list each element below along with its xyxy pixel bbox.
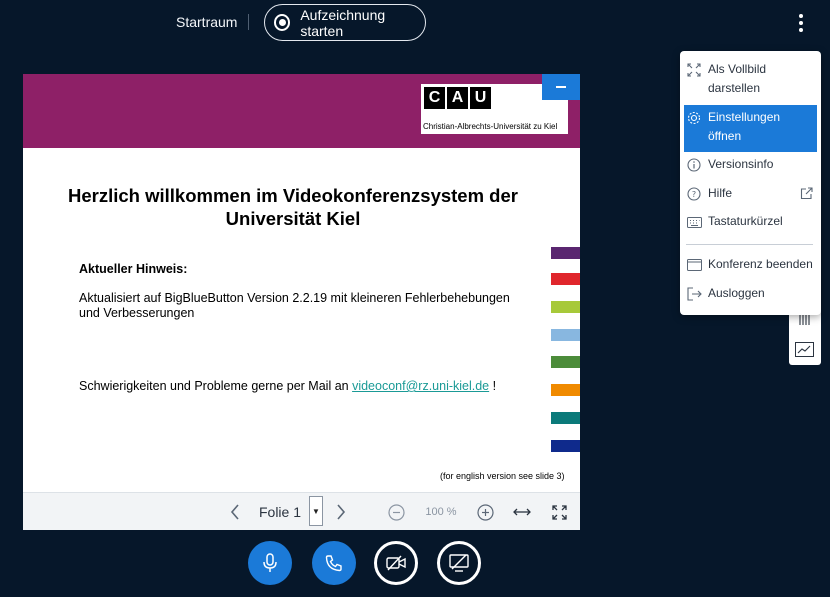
presentation-slide: C A U Christian-Albrechts-Universität zu… (23, 74, 580, 492)
fullscreen-icon (686, 62, 702, 78)
audio-leave-button[interactable] (312, 541, 356, 585)
contact-label: Schwierigkeiten und Probleme gerne per M… (79, 379, 349, 393)
menu-label-logout: Ausloggen (708, 286, 765, 300)
hint-heading: Aktueller Hinweis: (79, 262, 188, 276)
menu-item-end-conference[interactable]: Konferenz beenden (680, 255, 821, 275)
svg-text:?: ? (692, 190, 696, 199)
camera-off-icon (386, 555, 406, 571)
menu-item-shortcuts[interactable]: Tastaturkürzel (680, 212, 821, 232)
menu-label-version-info: Versionsinfo (708, 157, 774, 171)
chart-tool-button[interactable] (795, 342, 814, 362)
chart-icon (795, 342, 814, 357)
help-icon: ? (686, 186, 702, 202)
menu-item-fullscreen[interactable]: Als Vollbild darstellen (680, 60, 821, 98)
contact-text: Schwierigkeiten und Probleme gerne per M… (79, 379, 496, 393)
slide-title: Herzlich willkommen im Videokonferenzsys… (68, 185, 518, 229)
contact-suffix: ! (492, 379, 497, 393)
color-stripe (551, 301, 580, 313)
chevron-right-icon (337, 504, 346, 520)
minimize-presentation-button[interactable] (542, 74, 580, 100)
logo-subtitle: Christian-Albrechts-Universität zu Kiel (423, 122, 558, 131)
zoom-in-button[interactable] (474, 493, 496, 531)
top-divider (248, 14, 249, 30)
color-stripe (551, 247, 580, 259)
hint-text: Aktualisiert auf BigBlueButton Version 2… (79, 291, 510, 320)
menu-separator (686, 244, 813, 245)
minus-icon (556, 86, 566, 88)
external-link-icon (800, 187, 813, 203)
start-recording-button[interactable]: Aufzeichnung starten (264, 4, 426, 41)
contact-email-link[interactable]: videoconf@rz.uni-kiel.de (352, 379, 489, 393)
screenshare-button[interactable] (437, 541, 481, 585)
color-stripe (551, 329, 580, 341)
color-stripe (551, 412, 580, 424)
chevron-left-icon (230, 504, 239, 520)
menu-item-help[interactable]: ? Hilfe (680, 184, 821, 204)
zoom-out-icon (387, 503, 405, 521)
menu-label-shortcuts: Tastaturkürzel (708, 214, 783, 228)
menu-item-logout[interactable]: Ausloggen (680, 284, 821, 304)
options-dropdown-menu: Als Vollbild darstellen Einstellungen öf… (680, 51, 821, 315)
color-stripe (551, 356, 580, 368)
menu-item-version-info[interactable]: Versionsinfo (680, 155, 821, 175)
end-conference-icon (686, 257, 702, 273)
presentation-toolbar: Folie 1 ▼ 100 % (23, 492, 580, 530)
slide-banner: C A U Christian-Albrechts-Universität zu… (23, 74, 580, 148)
zoom-out-button[interactable] (385, 493, 407, 531)
microphone-icon (263, 553, 277, 572)
menu-label-end-conference: Konferenz beenden (708, 257, 813, 271)
logo-letter-a: A (447, 87, 468, 109)
fullscreen-presentation-button[interactable] (548, 493, 570, 531)
zoom-in-icon (476, 503, 494, 521)
record-label: Aufzeichnung starten (300, 6, 386, 39)
fit-width-button[interactable] (511, 493, 533, 531)
menu-label-fullscreen: Als Vollbild darstellen (708, 62, 767, 95)
menu-item-settings[interactable]: Einstellungen öffnen (684, 105, 817, 152)
slide-footnote: (for english version see slide 3) (440, 471, 565, 481)
zoom-level: 100 % (425, 506, 457, 518)
color-stripe (551, 384, 580, 396)
webcam-button[interactable] (374, 541, 418, 585)
menu-label-help: Hilfe (708, 186, 733, 200)
fit-width-icon (513, 508, 531, 516)
color-stripe (551, 273, 580, 285)
record-icon (274, 14, 291, 31)
screenshare-off-icon (449, 554, 469, 572)
settings-icon (686, 110, 702, 126)
microphone-button[interactable] (248, 541, 292, 585)
color-stripe (551, 440, 580, 452)
menu-label-settings: Einstellungen öffnen (708, 110, 781, 143)
fullscreen-icon (551, 504, 567, 520)
info-icon (686, 157, 702, 173)
slide-number-label: Folie 1 (258, 504, 302, 520)
logo-letter-c: C (424, 87, 445, 109)
keyboard-icon (686, 214, 702, 230)
phone-icon (325, 555, 342, 572)
slide-select-dropdown[interactable]: ▼ (309, 496, 323, 526)
options-menu-button[interactable] (792, 12, 810, 34)
room-title: Startraum (176, 14, 238, 30)
logout-icon (686, 286, 702, 302)
next-slide-button[interactable] (329, 493, 353, 531)
previous-slide-button[interactable] (223, 493, 247, 531)
logo-letter-u: U (470, 87, 491, 109)
